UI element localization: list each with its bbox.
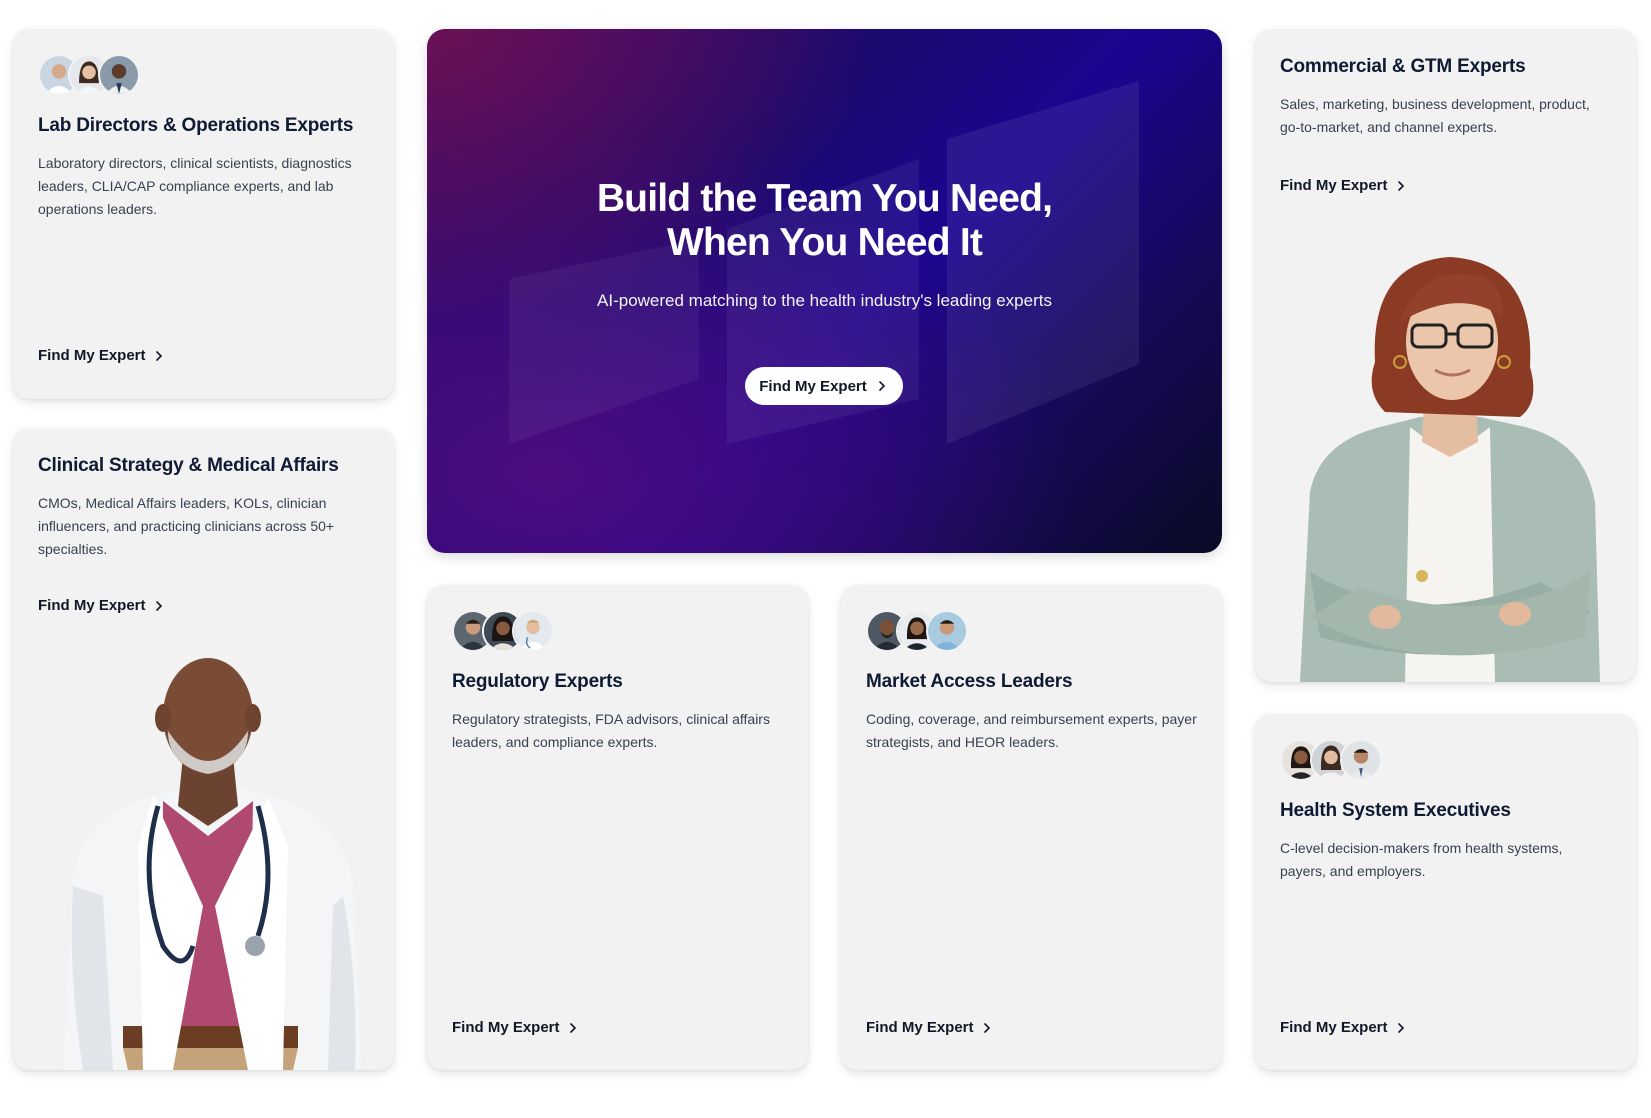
chevron-right-icon	[983, 1022, 990, 1033]
card-description: Regulatory strategists, FDA advisors, cl…	[452, 711, 770, 750]
avatar	[1340, 739, 1382, 781]
card-title: Health System Executives	[1280, 800, 1511, 821]
card-title: Market Access Leaders	[866, 671, 1073, 692]
card-title: Commercial & GTM Experts	[1280, 56, 1526, 77]
card-description: Sales, marketing, business development, …	[1280, 96, 1590, 135]
expert-avatars	[452, 610, 783, 652]
hero-banner: Build the Team You Need, When You Need I…	[427, 29, 1222, 553]
hero-subtitle: AI-powered matching to the health indust…	[597, 291, 1052, 310]
card-description: CMOs, Medical Affairs leaders, KOLs, cli…	[38, 495, 335, 557]
chevron-right-icon	[155, 600, 162, 611]
card-market-access: Market Access Leaders Coding, coverage, …	[841, 585, 1222, 1070]
chevron-right-icon	[569, 1022, 576, 1033]
find-expert-link[interactable]: Find My Expert	[1280, 177, 1408, 194]
find-expert-link[interactable]: Find My Expert	[452, 1019, 580, 1036]
doctor-photo	[63, 658, 361, 1070]
expert-avatars	[866, 610, 1197, 652]
find-expert-link[interactable]: Find My Expert	[38, 347, 166, 364]
expert-avatars	[1280, 739, 1611, 781]
chevron-right-icon	[1397, 180, 1404, 191]
hero-title: Build the Team You Need, When You Need I…	[596, 177, 1053, 264]
card-health-system-executives: Health System Executives C-level decisio…	[1255, 714, 1636, 1070]
card-description: Laboratory directors, clinical scientist…	[38, 155, 352, 217]
avatar	[98, 54, 140, 96]
card-lab-directors: Lab Directors & Operations Experts Labor…	[13, 29, 394, 399]
expert-avatars	[38, 54, 369, 96]
card-title: Clinical Strategy & Medical Affairs	[38, 455, 339, 476]
card-description: C-level decision-makers from health syst…	[1280, 840, 1563, 879]
avatar	[926, 610, 968, 652]
find-expert-link[interactable]: Find My Expert	[866, 1019, 994, 1036]
find-expert-link[interactable]: Find My Expert	[1280, 1019, 1408, 1036]
chevron-right-icon	[155, 350, 162, 361]
chevron-right-icon	[878, 381, 885, 391]
card-commercial-gtm: Commercial & GTM Experts Sales, marketin…	[1255, 29, 1636, 682]
card-title: Lab Directors & Operations Experts	[38, 115, 354, 136]
hero-find-expert-button[interactable]: Find My Expert	[745, 367, 903, 405]
avatar	[512, 610, 554, 652]
card-regulatory: Regulatory Experts Regulatory strategist…	[427, 585, 808, 1070]
card-clinical-strategy: Clinical Strategy & Medical Affairs CMOs…	[13, 428, 394, 1070]
card-description: Coding, coverage, and reimbursement expe…	[866, 711, 1197, 750]
chevron-right-icon	[1397, 1022, 1404, 1033]
find-expert-link[interactable]: Find My Expert	[38, 597, 166, 614]
expert-woman-photo	[1300, 257, 1600, 682]
card-title: Regulatory Experts	[452, 671, 623, 692]
